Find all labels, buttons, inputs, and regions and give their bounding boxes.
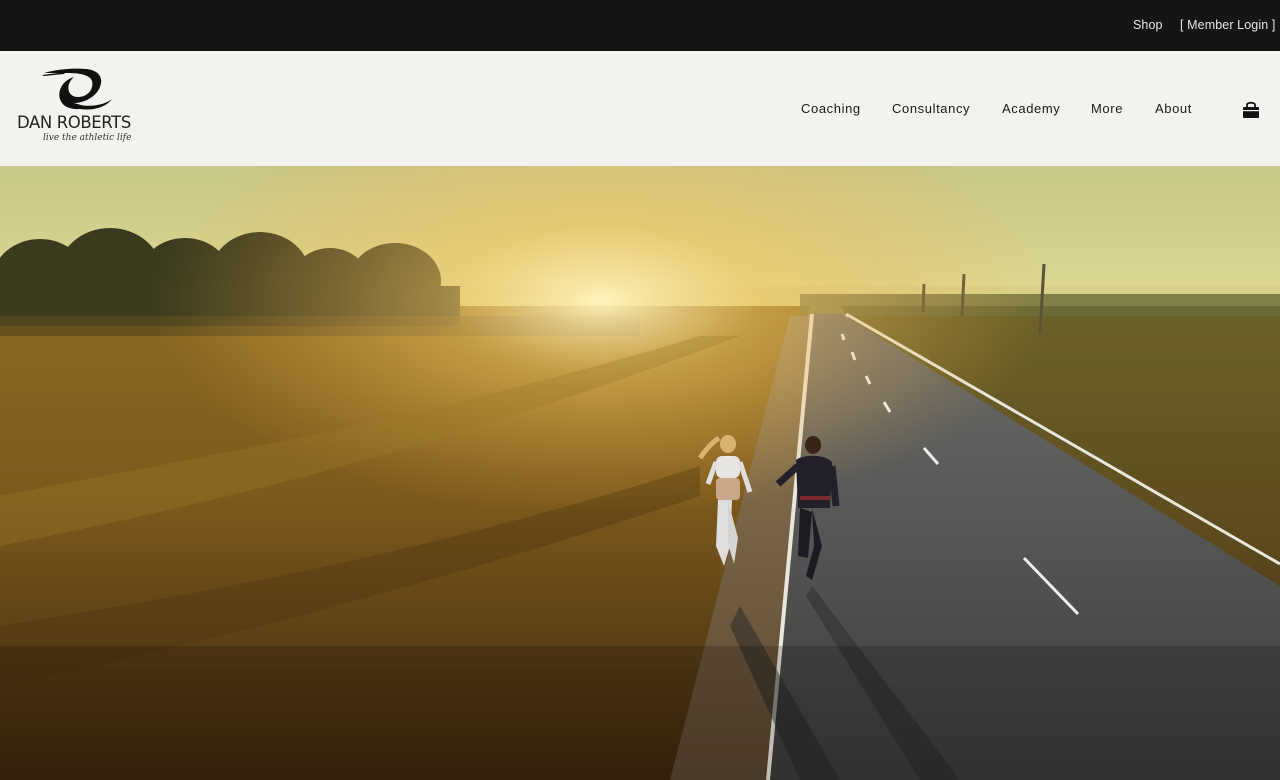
main-nav: Coaching Consultancy Academy More About (0, 101, 1280, 117)
nav-item-coaching[interactable]: Coaching (801, 101, 861, 116)
nav-item-about[interactable]: About (1155, 101, 1192, 116)
hero-scene (0, 166, 1280, 780)
nav-item-more[interactable]: More (1091, 101, 1123, 116)
shop-link[interactable]: Shop (1133, 18, 1163, 32)
member-login-link[interactable]: [ Member Login ] (1180, 18, 1275, 32)
brand-tagline: live the athletic life (43, 133, 132, 143)
nav-item-consultancy[interactable]: Consultancy (892, 101, 970, 116)
shopping-bag-icon[interactable] (1240, 99, 1262, 121)
top-utility-bar: Shop [ Member Login ] (0, 0, 1280, 51)
site-header: DAN ROBERTS live the athletic life Coach… (0, 51, 1280, 166)
hero-image-runners-road-sunset (0, 166, 1280, 780)
nav-item-academy[interactable]: Academy (1002, 101, 1060, 116)
